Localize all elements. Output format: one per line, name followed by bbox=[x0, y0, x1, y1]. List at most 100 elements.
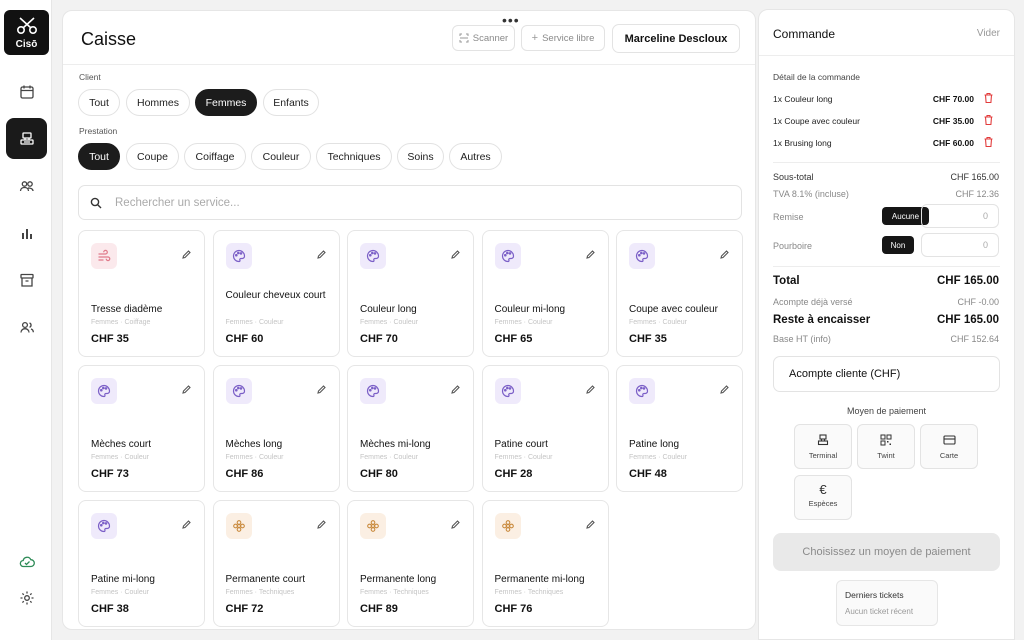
qr-code-icon bbox=[880, 434, 892, 446]
service-price: CHF 65 bbox=[494, 333, 533, 345]
service-icon bbox=[360, 378, 386, 404]
subtotal-label: Sous-total bbox=[773, 172, 814, 182]
service-name: Permanente long bbox=[360, 574, 437, 585]
scan-icon bbox=[459, 33, 469, 43]
client-filter-label: Client bbox=[79, 72, 101, 82]
service-card[interactable]: Coupe avec couleur Femmes · Couleur CHF 35 bbox=[616, 230, 743, 357]
payment-twint-button[interactable]: Twint bbox=[857, 424, 915, 469]
nav-archive[interactable] bbox=[6, 259, 47, 300]
service-name: Tresse diadème bbox=[91, 304, 163, 315]
service-card[interactable]: Couleur mi-long Femmes · Couleur CHF 65 bbox=[481, 230, 609, 357]
chip-prestation-soins[interactable]: Soins bbox=[397, 143, 444, 170]
palette-icon bbox=[232, 249, 245, 263]
service-card[interactable]: Patine long Femmes · Couleur CHF 48 bbox=[616, 365, 743, 492]
nav-calendar[interactable] bbox=[6, 71, 47, 112]
edit-icon[interactable] bbox=[182, 520, 191, 529]
chip-client-femmes[interactable]: Femmes bbox=[195, 89, 257, 116]
chip-prestation-techniques[interactable]: Techniques bbox=[316, 143, 392, 170]
edit-icon[interactable] bbox=[720, 250, 729, 259]
chip-prestation-tout[interactable]: Tout bbox=[78, 143, 120, 170]
payment-label: Espèces bbox=[808, 499, 838, 508]
service-card[interactable]: Permanente court Femmes · Techniques CHF 7… bbox=[212, 500, 340, 627]
order-line-price: CHF 35.00 bbox=[932, 116, 974, 126]
recent-tickets[interactable]: Derniers tickets Aucun ticket récent bbox=[836, 580, 938, 626]
service-card[interactable]: Patine mi-long Femmes · Couleur CHF 38 bbox=[78, 500, 205, 627]
edit-icon[interactable] bbox=[720, 385, 729, 394]
nav-sync[interactable] bbox=[6, 541, 47, 582]
service-category: Femmes · Techniques bbox=[225, 589, 295, 596]
edit-icon[interactable] bbox=[451, 385, 460, 394]
pay-button[interactable]: Choisissez un moyen de paiement bbox=[773, 533, 1000, 571]
palette-icon bbox=[635, 384, 649, 398]
edit-icon[interactable] bbox=[585, 385, 595, 394]
service-card[interactable]: Patine court Femmes · Couleur CHF 28 bbox=[481, 365, 609, 492]
service-price: CHF 73 bbox=[91, 468, 129, 480]
service-card[interactable]: Couleur long Femmes · Couleur CHF 70 bbox=[347, 230, 474, 357]
chip-prestation-coupe[interactable]: Coupe bbox=[126, 143, 179, 170]
chip-prestation-autres[interactable]: Autres bbox=[449, 143, 502, 170]
drag-handle-icon[interactable]: ••• bbox=[502, 13, 520, 27]
service-search bbox=[78, 185, 742, 220]
edit-icon[interactable] bbox=[451, 250, 460, 259]
search-input[interactable] bbox=[115, 186, 715, 219]
edit-icon[interactable] bbox=[585, 520, 595, 529]
edit-icon[interactable] bbox=[316, 250, 326, 259]
nav-team[interactable] bbox=[6, 306, 47, 347]
service-icon bbox=[629, 378, 655, 404]
payment-terminal-button[interactable]: Terminal bbox=[794, 424, 852, 469]
register-icon bbox=[19, 131, 34, 145]
staff-selector[interactable]: Marceline Descloux bbox=[612, 24, 740, 53]
edit-icon[interactable] bbox=[182, 250, 191, 259]
clear-order-button[interactable]: Vider bbox=[977, 28, 1000, 39]
service-category: Femmes · Couleur bbox=[494, 319, 553, 326]
app-logo[interactable]: Cisō bbox=[4, 10, 49, 55]
flower-icon bbox=[501, 520, 514, 532]
service-card[interactable]: Permanente mi-long Femmes · Techniques CHF… bbox=[481, 500, 609, 627]
scanner-button[interactable]: Scanner bbox=[452, 25, 515, 51]
service-card[interactable]: Couleur cheveux court Femmes · Couleur CHF… bbox=[212, 230, 340, 357]
service-card[interactable]: Mèches court Femmes · Couleur CHF 73 bbox=[78, 365, 205, 492]
tip-toggle[interactable]: Non bbox=[882, 236, 914, 254]
chip-prestation-coiffage[interactable]: Coiffage bbox=[184, 143, 246, 170]
service-card[interactable]: Mèches mi-long Femmes · Couleur CHF 80 bbox=[347, 365, 474, 492]
remaining-value: CHF 165.00 bbox=[936, 314, 999, 326]
payment-cash-button[interactable]: € Espèces bbox=[794, 475, 852, 520]
payment-card-button[interactable]: Carte bbox=[920, 424, 978, 469]
trash-icon[interactable] bbox=[983, 92, 994, 104]
edit-icon[interactable] bbox=[451, 520, 460, 529]
edit-icon[interactable] bbox=[585, 250, 595, 259]
trash-icon[interactable] bbox=[983, 136, 994, 148]
chip-client-hommes[interactable]: Hommes bbox=[126, 89, 190, 116]
edit-icon[interactable] bbox=[316, 385, 326, 394]
order-line-label: 1x Couleur long bbox=[773, 94, 833, 104]
payment-label: Carte bbox=[939, 451, 959, 460]
edit-icon[interactable] bbox=[316, 520, 326, 529]
service-price: CHF 72 bbox=[225, 603, 264, 615]
calendar-icon bbox=[19, 85, 34, 99]
edit-icon[interactable] bbox=[182, 385, 191, 394]
order-panel: Commande Vider Détail de la commande 1x … bbox=[758, 9, 1015, 640]
service-card[interactable]: Permanente long Femmes · Techniques CHF 89 bbox=[347, 500, 474, 627]
nav-clients[interactable] bbox=[6, 165, 47, 206]
tip-input[interactable]: 0 bbox=[921, 233, 999, 257]
service-card[interactable]: Tresse diadème Femmes · Coiffage CHF 35 bbox=[78, 230, 205, 357]
service-category: Femmes · Couleur bbox=[91, 589, 149, 596]
nav-settings[interactable] bbox=[6, 577, 47, 618]
service-name: Permanente mi-long bbox=[494, 574, 585, 585]
service-price: CHF 35 bbox=[91, 333, 129, 345]
flower-icon bbox=[232, 520, 245, 532]
chip-client-enfants[interactable]: Enfants bbox=[263, 89, 319, 116]
flower-icon bbox=[367, 520, 379, 532]
order-line-price: CHF 70.00 bbox=[932, 94, 974, 104]
discount-input[interactable]: 0 bbox=[921, 204, 999, 228]
nav-register[interactable] bbox=[6, 118, 47, 159]
service-libre-button[interactable]: + Service libre bbox=[521, 25, 605, 51]
payment-label: Terminal bbox=[808, 451, 838, 460]
nav-stats[interactable] bbox=[6, 212, 47, 253]
subtotal-value: CHF 165.00 bbox=[950, 172, 999, 182]
service-card[interactable]: Mèches long Femmes · Couleur CHF 86 bbox=[212, 365, 340, 492]
chip-prestation-couleur[interactable]: Couleur bbox=[251, 143, 311, 170]
chip-client-tout[interactable]: Tout bbox=[78, 89, 120, 116]
trash-icon[interactable] bbox=[983, 114, 994, 126]
deposit-button[interactable]: Acompte cliente (CHF) bbox=[773, 356, 1000, 392]
